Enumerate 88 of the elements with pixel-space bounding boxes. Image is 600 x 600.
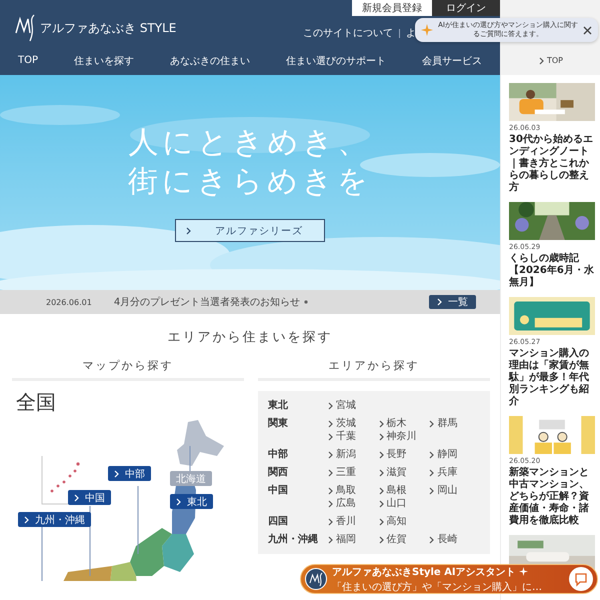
list-button[interactable]: 一覧 bbox=[429, 295, 476, 309]
article-link[interactable]: 新築マンションと中古マンション、どちらが正解？資産価値・寿命・諸費用を徹底比較 bbox=[509, 467, 595, 527]
prefecture-link[interactable]: 長崎 bbox=[429, 533, 480, 546]
nav-item[interactable]: 住まいを探す bbox=[74, 54, 134, 68]
chevron-icon bbox=[429, 450, 434, 458]
prefecture-link[interactable]: 高知 bbox=[378, 515, 430, 528]
article-link[interactable]: マンション購入の理由は「家賃が無駄」が最多！年代別ランキングも紹介 bbox=[509, 348, 595, 408]
close-icon bbox=[583, 26, 592, 34]
top-link[interactable]: TOP bbox=[538, 56, 563, 65]
logo-icon bbox=[14, 13, 36, 43]
region-button[interactable]: 中部 bbox=[108, 466, 151, 481]
region-label: 関東 bbox=[268, 417, 289, 431]
chevron-icon bbox=[74, 494, 79, 502]
chevron-icon bbox=[429, 486, 434, 494]
article-link[interactable]: くらしの歳時記【2026年6月・水無月】 bbox=[509, 253, 595, 289]
prefecture-link[interactable]: 滋賀 bbox=[378, 466, 430, 479]
prefecture-link[interactable]: 香川 bbox=[328, 515, 379, 528]
prefecture-link[interactable]: 千葉 bbox=[328, 430, 379, 443]
series-button[interactable]: アルファシリーズ bbox=[175, 219, 325, 242]
chevron-icon bbox=[378, 536, 384, 544]
prefecture-link[interactable]: 山口 bbox=[378, 497, 430, 510]
region-label: 中部 bbox=[268, 448, 289, 461]
sparkle-icon bbox=[421, 24, 433, 36]
subsection-title: マップから探す bbox=[12, 358, 244, 381]
prefecture-link[interactable]: 群馬 bbox=[429, 417, 480, 430]
chevron-icon bbox=[378, 468, 384, 476]
map-heading: 全国 bbox=[15, 389, 57, 416]
news-date: 2026.06.01 bbox=[46, 298, 92, 306]
prefecture-link[interactable]: 茨城 bbox=[328, 417, 379, 430]
region-button[interactable]: 東北 bbox=[170, 494, 213, 509]
nav-item[interactable]: あなぶきの住まい bbox=[170, 54, 250, 68]
logo-icon bbox=[305, 568, 327, 590]
chevron-icon bbox=[378, 450, 384, 458]
nav-item[interactable]: 住まい選びのサポート bbox=[286, 54, 386, 68]
sparkle-icon bbox=[518, 567, 528, 576]
chevron-icon bbox=[328, 468, 333, 476]
ai-chat-button[interactable]: アルファあなぶきStyle AIアシスタント 「住まいの選び方」や「マンション購入」に… bbox=[300, 564, 598, 594]
news-link[interactable]: 4月分のプレゼント当選者発表のお知らせ bbox=[114, 295, 300, 309]
prefecture-link[interactable]: 新潟 bbox=[328, 448, 379, 461]
nav-item[interactable]: TOP bbox=[18, 55, 38, 66]
prefecture-link[interactable]: 宮城 bbox=[328, 399, 379, 412]
region-label: 四国 bbox=[268, 515, 289, 528]
utility-link[interactable]: よ bbox=[406, 26, 416, 40]
chevron-icon bbox=[328, 536, 333, 544]
hero-headline: 人にときめき、 街にきらめきを bbox=[128, 125, 372, 200]
region-label: 関西 bbox=[268, 466, 289, 479]
prefecture-link[interactable]: 佐賀 bbox=[378, 533, 430, 546]
chevron-icon bbox=[328, 518, 333, 526]
chevron-icon bbox=[176, 498, 181, 506]
dot-icon bbox=[304, 300, 308, 304]
prefecture-link[interactable]: 神奈川 bbox=[378, 430, 430, 443]
chevron-icon bbox=[429, 420, 434, 428]
utility-link[interactable]: このサイトについて bbox=[303, 26, 393, 40]
region-button[interactable]: 中国 bbox=[68, 490, 111, 505]
region-label: 東北 bbox=[268, 399, 289, 412]
chevron-icon bbox=[328, 402, 333, 410]
prefecture-link[interactable]: 鳥取 bbox=[328, 484, 379, 497]
login-button[interactable]: ログイン bbox=[432, 0, 500, 16]
chat-icon bbox=[569, 567, 593, 591]
chevron-icon bbox=[538, 56, 544, 64]
prefecture-link[interactable]: 島根 bbox=[378, 484, 430, 497]
chevron-icon bbox=[437, 298, 442, 306]
prefecture-link[interactable]: 静岡 bbox=[429, 448, 480, 461]
nav-item[interactable]: 会員サービス bbox=[422, 54, 482, 68]
chevron-icon bbox=[114, 470, 119, 478]
site-logo-text[interactable]: アルファあなぶき STYLE bbox=[40, 20, 176, 36]
chevron-icon bbox=[378, 518, 384, 526]
chevron-icon bbox=[24, 516, 29, 524]
register-button[interactable]: 新規会員登録 bbox=[352, 0, 432, 16]
chevron-icon bbox=[429, 468, 434, 476]
region-label: 中国 bbox=[268, 484, 289, 498]
chevron-icon bbox=[429, 536, 434, 544]
chat-title: アルファあなぶきStyle AIアシスタント bbox=[332, 566, 516, 578]
prefecture-link[interactable]: 三重 bbox=[328, 466, 379, 479]
chevron-icon bbox=[328, 450, 333, 458]
section-title: エリアから住まいを探す bbox=[166, 329, 334, 346]
chat-subtitle: 「住まいの選び方」や「マンション購入」に… bbox=[332, 580, 543, 594]
region-button[interactable]: 九州・沖縄 bbox=[18, 512, 91, 527]
prefecture-link[interactable]: 栃木 bbox=[378, 417, 430, 430]
prefecture-link[interactable]: 福岡 bbox=[328, 533, 379, 546]
prefecture-link[interactable]: 岡山 bbox=[429, 484, 480, 497]
subsection-title: エリアから探す bbox=[258, 358, 490, 381]
prefecture-link[interactable]: 長野 bbox=[378, 448, 430, 461]
chevron-icon bbox=[186, 226, 191, 234]
prefecture-link[interactable]: 兵庫 bbox=[429, 466, 480, 479]
article-link[interactable]: 30代から始めるエンディングノート｜書き方とこれからの暮らしの整え方 bbox=[509, 134, 595, 194]
region-label: 九州・沖縄 bbox=[268, 533, 319, 546]
prefecture-link[interactable]: 広島 bbox=[328, 497, 379, 510]
